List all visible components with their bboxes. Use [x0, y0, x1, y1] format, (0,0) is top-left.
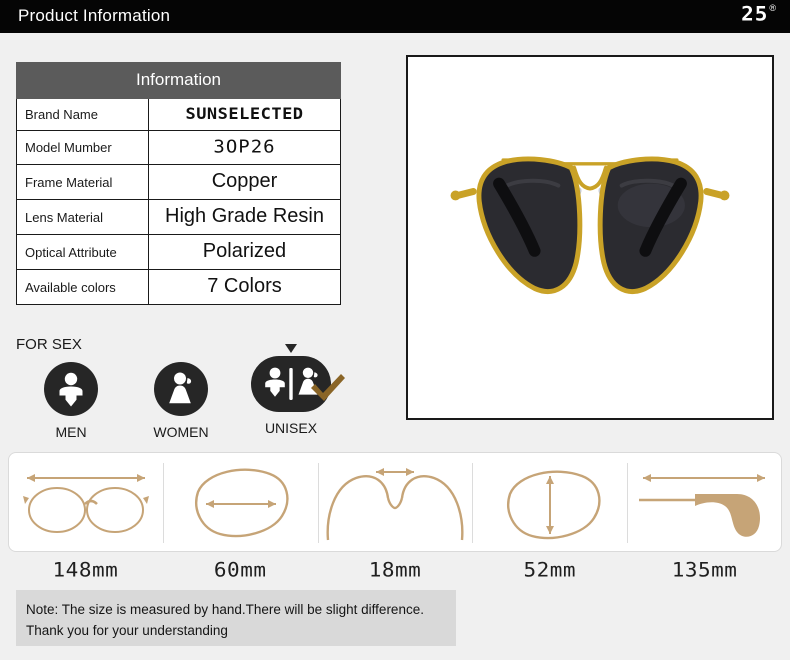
page-header: Product Information 25 ® — [0, 0, 790, 33]
brand-name-value: SUNSELECTED — [185, 104, 304, 124]
measurement-label-lens-width: 60mm — [213, 558, 267, 582]
brand-logo: 25 ® — [741, 3, 776, 29]
measurement-cell-bridge-width — [317, 453, 472, 551]
measurement-label-lens-height: 52mm — [523, 558, 577, 582]
row-value-available-colors: 7 Colors — [148, 269, 341, 305]
measurement-label-bridge-width: 18mm — [368, 558, 422, 582]
lens-material-value: High Grade Resin — [165, 205, 324, 227]
table-row: Lens Material High Grade Resin — [16, 199, 341, 235]
row-label-lens-material: Lens Material — [16, 199, 149, 235]
measurement-cell-lens-height — [472, 453, 626, 551]
row-value-model-number: 3OP26 — [148, 130, 341, 165]
table-row: Frame Material Copper — [16, 164, 341, 200]
brand-logo-text: 25 — [741, 2, 769, 26]
model-number-value: 3OP26 — [213, 136, 276, 158]
row-value-brand-name: SUNSELECTED — [148, 98, 341, 131]
registered-trademark-icon: ® — [769, 3, 776, 13]
information-table: Information Brand Name SUNSELECTED Model… — [16, 62, 341, 305]
row-label-brand-name: Brand Name — [16, 98, 149, 131]
gender-caption-unisex: UNISEX — [264, 420, 318, 436]
measurement-cell-lens-width — [163, 453, 317, 551]
row-value-optical-attribute: Polarized — [148, 234, 341, 270]
optical-attribute-value: Polarized — [202, 240, 287, 262]
row-value-frame-material: Copper — [148, 164, 341, 200]
measurement-labels: 148mm 60mm 18mm 52mm 135mm — [8, 558, 782, 582]
for-sex-label: FOR SEX — [16, 336, 82, 353]
gender-option-men[interactable]: MEN — [16, 362, 126, 440]
selected-pointer-icon — [285, 344, 297, 353]
gender-caption-men: MEN — [55, 424, 87, 440]
gender-option-women[interactable]: WOMEN — [126, 362, 236, 440]
note-line-1: Note: The size is measured by hand.There… — [26, 602, 424, 617]
glasses-front-width-icon — [23, 474, 150, 533]
size-note: Note: The size is measured by hand.There… — [16, 590, 456, 646]
checkmark-icon — [308, 372, 348, 404]
row-label-frame-material: Frame Material — [16, 164, 149, 200]
available-colors-value: 7 Colors — [207, 275, 282, 297]
product-image-frame — [406, 55, 774, 420]
row-label-model-number: Model Mumber — [16, 130, 149, 165]
frame-material-value: Copper — [211, 170, 278, 192]
bridge-width-icon — [326, 468, 464, 541]
measurement-label-total-width: 148mm — [52, 558, 119, 582]
aviator-sunglasses-image — [408, 57, 772, 418]
male-figure-icon — [44, 362, 98, 416]
lens-width-icon — [194, 468, 289, 538]
information-table-title: Information — [16, 62, 341, 99]
table-header-row: Information — [16, 62, 341, 99]
measurement-cell-temple-length — [626, 453, 781, 551]
note-line-2: Thank you for your understanding — [26, 623, 228, 638]
table-row: Brand Name SUNSELECTED — [16, 98, 341, 131]
row-value-lens-material: High Grade Resin — [148, 199, 341, 235]
gender-caption-women: WOMEN — [153, 424, 209, 440]
temple-arm-length-icon — [638, 474, 765, 537]
measurement-panel — [8, 452, 782, 552]
table-row: Available colors 7 Colors — [16, 269, 341, 305]
table-row: Optical Attribute Polarized — [16, 234, 341, 270]
page-title: Product Information — [18, 6, 171, 25]
measurement-cell-total-width — [9, 453, 163, 551]
lens-height-icon — [507, 470, 601, 540]
row-label-optical-attribute: Optical Attribute — [16, 234, 149, 270]
row-label-available-colors: Available colors — [16, 269, 149, 305]
measurement-label-temple-length: 135mm — [671, 558, 738, 582]
table-row: Model Mumber 3OP26 — [16, 130, 341, 165]
female-figure-icon — [154, 362, 208, 416]
